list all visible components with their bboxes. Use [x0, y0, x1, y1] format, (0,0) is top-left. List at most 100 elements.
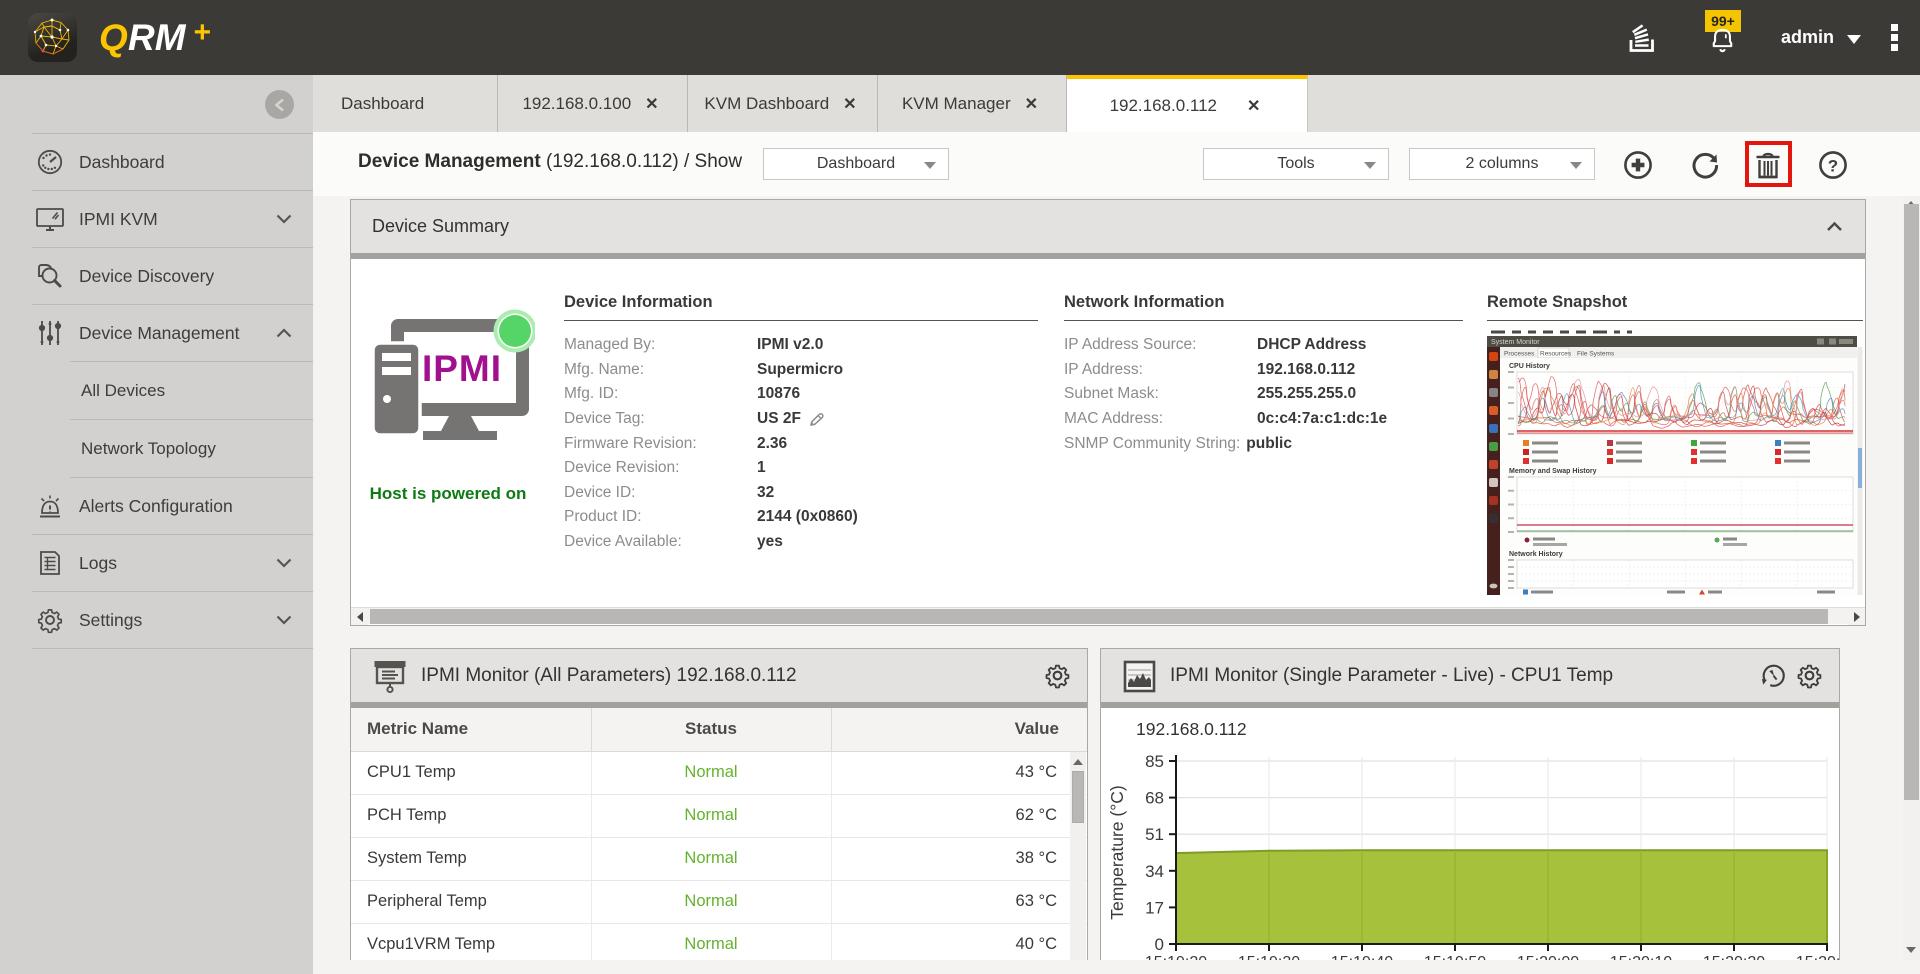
- sidebar-collapse-button[interactable]: [265, 90, 294, 119]
- widget-settings-gear-icon[interactable]: [1796, 662, 1823, 689]
- scroll-right-arrow[interactable]: [1848, 608, 1865, 625]
- y-axis-title: Temperature (°C): [1107, 785, 1127, 919]
- table-row[interactable]: Vcpu1VRM TempNormal40 °C: [351, 923, 1087, 960]
- info-row: Subnet Mask:255.255.255.0: [1064, 382, 1463, 407]
- info-value: 2144 (0x0860): [757, 508, 858, 526]
- page-vertical-scrollbar[interactable]: [1903, 196, 1920, 960]
- add-widget-button[interactable]: [1623, 150, 1653, 180]
- sidebar-item-alerts-configuration[interactable]: Alerts Configuration: [0, 478, 313, 534]
- chart-series-label: 192.168.0.112: [1136, 719, 1247, 740]
- tab-kvm-dashboard[interactable]: KVM Dashboard ✕: [688, 75, 878, 132]
- device-summary-header[interactable]: Device Summary: [351, 200, 1865, 259]
- select-arrow-icon: [1364, 162, 1376, 169]
- tab-label: 192.168.0.100: [522, 94, 641, 114]
- help-button[interactable]: ?: [1818, 150, 1848, 180]
- info-value: US 2F: [757, 410, 825, 428]
- info-row: Firmware Revision:2.36: [564, 431, 1038, 456]
- table-vertical-scrollbar[interactable]: [1070, 752, 1086, 960]
- info-row: Mfg. ID:10876: [564, 382, 1038, 407]
- scroll-up-arrow[interactable]: [1073, 759, 1083, 765]
- sidebar-item-network-topology[interactable]: Network Topology: [0, 420, 313, 477]
- column-header-status[interactable]: Status: [591, 708, 831, 751]
- user-menu[interactable]: admin: [1781, 27, 1861, 48]
- snapshot-section-label: Memory and Swap History: [1509, 468, 1597, 475]
- edit-pencil-icon[interactable]: [808, 411, 825, 428]
- info-value: yes: [757, 533, 783, 551]
- metric-status-cell: Normal: [591, 794, 831, 837]
- x-tick-label: 15:19:20: [1145, 954, 1207, 960]
- tab-close-icon[interactable]: ✕: [839, 94, 860, 114]
- summary-horizontal-scrollbar[interactable]: [351, 607, 1865, 624]
- columns-select[interactable]: 2 columns: [1409, 148, 1595, 180]
- info-row: Product ID:2144 (0x0860): [564, 505, 1038, 530]
- scroll-down-arrow[interactable]: [1906, 947, 1916, 953]
- notifications-bell[interactable]: 99+: [1705, 0, 1741, 75]
- table-row[interactable]: Peripheral TempNormal63 °C: [351, 880, 1087, 923]
- sidebar-item-logs[interactable]: Logs: [0, 535, 313, 591]
- info-row: Device Tag:US 2F: [564, 407, 1038, 432]
- scrollbar-thumb[interactable]: [1904, 204, 1919, 800]
- sidebar-item-device-management[interactable]: Device Management: [0, 305, 313, 361]
- widget-settings-gear-icon[interactable]: [1044, 662, 1071, 689]
- info-row: Mfg. Name:Supermicro: [564, 358, 1038, 383]
- info-value-text: 192.168.0.112: [1257, 361, 1355, 379]
- info-value-text: 255.255.255.0: [1257, 385, 1356, 403]
- sidebar-subitem-label: All Devices: [81, 381, 165, 401]
- tab-192-168-0-100[interactable]: 192.168.0.100 ✕: [498, 75, 688, 132]
- ipmi-table-header[interactable]: IPMI Monitor (All Parameters) 192.168.0.…: [351, 649, 1087, 708]
- columns-select-value: 2 columns: [1466, 155, 1539, 173]
- tab-close-icon[interactable]: ✕: [641, 94, 662, 114]
- info-label: Firmware Revision:: [564, 435, 757, 453]
- info-label: Device ID:: [564, 484, 757, 502]
- sidebar-item-ipmi-kvm[interactable]: IPMI KVM: [0, 191, 313, 247]
- sidebar: Dashboard IPMI KVM Device Discovery: [0, 75, 313, 974]
- y-tick-label: 51: [1145, 825, 1164, 844]
- ipmi-chart-header[interactable]: IPMI Monitor (Single Parameter - Live) -…: [1101, 649, 1839, 708]
- info-value: 1: [757, 459, 766, 477]
- user-name: admin: [1781, 27, 1834, 48]
- tools-select[interactable]: Tools: [1203, 148, 1389, 180]
- tools-select-value: Tools: [1277, 155, 1314, 173]
- show-select[interactable]: Dashboard: [763, 148, 949, 180]
- info-label: MAC Address:: [1064, 410, 1257, 428]
- tab-192-168-0-112[interactable]: 192.168.0.112 ✕: [1067, 75, 1308, 132]
- tab-kvm-manager[interactable]: KVM Manager ✕: [878, 75, 1067, 132]
- brand-q: Q: [99, 17, 128, 58]
- info-value-text: yes: [757, 533, 783, 551]
- metric-status-cell: Normal: [591, 880, 831, 923]
- column-header-value[interactable]: Value: [831, 708, 1087, 751]
- tab-dashboard[interactable]: Dashboard: [313, 75, 498, 132]
- qrm-logo[interactable]: [28, 13, 77, 62]
- scrollbar-thumb[interactable]: [370, 609, 1828, 624]
- scroll-left-arrow[interactable]: [351, 608, 368, 625]
- sidebar-item-device-discovery[interactable]: Device Discovery: [0, 248, 313, 304]
- collapse-chevron-up-icon[interactable]: [1826, 221, 1843, 232]
- sidebar-item-label: IPMI KVM: [79, 209, 158, 230]
- table-row[interactable]: CPU1 TempNormal43 °C: [351, 751, 1087, 794]
- sidebar-item-label: Settings: [79, 610, 142, 631]
- tab-close-icon[interactable]: ✕: [1243, 96, 1264, 116]
- info-label: IP Address:: [1064, 361, 1257, 379]
- history-clock-icon[interactable]: [1760, 662, 1787, 689]
- refresh-button[interactable]: [1690, 150, 1720, 180]
- scrollbar-thumb[interactable]: [1072, 771, 1084, 823]
- sidebar-item-all-devices[interactable]: All Devices: [0, 362, 313, 419]
- sidebar-item-dashboard[interactable]: Dashboard: [0, 134, 313, 190]
- bottom-strip: [313, 960, 1920, 974]
- tab-close-icon[interactable]: ✕: [1021, 94, 1042, 114]
- metric-value-cell: 43 °C: [831, 751, 1087, 794]
- table-row[interactable]: PCH TempNormal62 °C: [351, 794, 1087, 837]
- info-value-text: US 2F: [757, 410, 801, 428]
- metric-name-cell: CPU1 Temp: [351, 751, 591, 794]
- column-header-metric-name[interactable]: Metric Name: [351, 708, 591, 751]
- sidebar-item-label: Logs: [79, 553, 117, 574]
- kebab-menu[interactable]: [1891, 22, 1898, 53]
- ipmi-all-parameters-panel: IPMI Monitor (All Parameters) 192.168.0.…: [350, 648, 1088, 960]
- remote-snapshot-image[interactable]: System MonitorProcessesResourcesFile Sys…: [1487, 328, 1863, 595]
- table-row[interactable]: System TempNormal38 °C: [351, 837, 1087, 880]
- info-row: Device Available:yes: [564, 530, 1038, 555]
- sidebar-item-settings[interactable]: Settings: [0, 592, 313, 648]
- sidebar-divider: [32, 648, 313, 649]
- activity-stack-icon[interactable]: [1625, 21, 1659, 55]
- page-title: Device Management (192.168.0.112) / Show: [358, 151, 742, 173]
